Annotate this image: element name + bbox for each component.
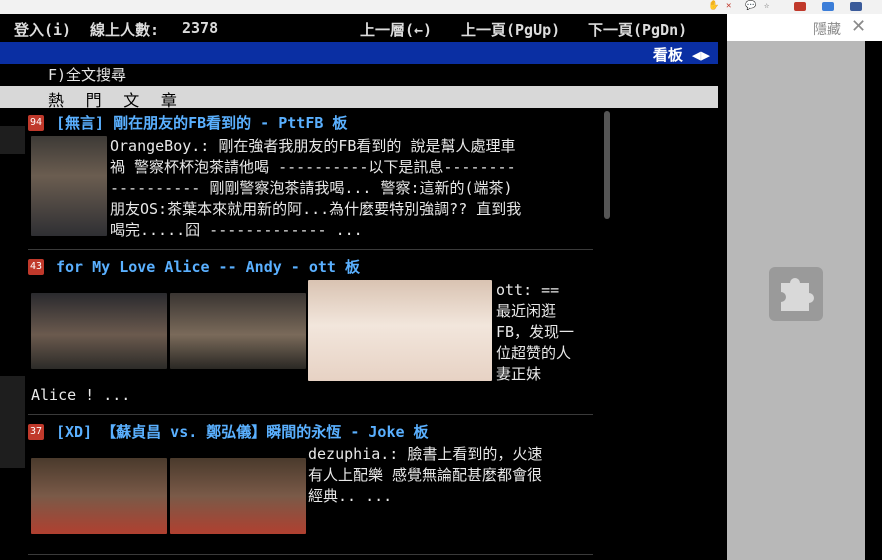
hand-icon[interactable]: ✋ [708, 2, 719, 11]
article-thumbnail[interactable] [170, 458, 306, 534]
article-divider [28, 554, 593, 555]
article-title[interactable]: [XD] 【蘇貞昌 vs. 鄭弘儀】瞬間的永恆 - Joke 板 [56, 421, 429, 442]
hot-articles-header: 熱 門 文 章 [0, 86, 718, 110]
article-excerpt-tail: Alice ! ... [31, 386, 131, 404]
side-panel-header: 隱藏 ✕ [727, 14, 882, 41]
article-count-badge: 37 [28, 424, 44, 440]
left-edge-fragment [0, 376, 25, 468]
article-title[interactable]: [無言] 剛在朋友的FB看到的 - PttFB 板 [56, 112, 347, 133]
article-excerpt: dezuphia.: 臉書上看到的，火速 有人上配樂 感覺無論配甚麼都會很 經典… [308, 445, 543, 505]
prev-level-link[interactable]: 上一層(←) [360, 19, 432, 40]
next-page-link[interactable]: 下一頁(PgDn) [588, 19, 687, 40]
article-excerpt: OrangeBoy.: 剛在強者我朋友的FB看到的 說是幫人處理車 禍 警察杯杯… [110, 137, 522, 239]
article-title[interactable]: for My Love Alice -- Andy - ott 板 [56, 256, 360, 277]
article-count-badge: 43 [28, 259, 44, 275]
article-excerpt: ott: == 最近闲逛 FB，发现一 位超赞的人 妻正妹 [496, 281, 575, 383]
close-icon[interactable]: ✕ [851, 16, 866, 37]
camera-icon[interactable] [850, 2, 862, 11]
hide-button[interactable]: 隱藏 [813, 19, 841, 39]
status-bar: 登入(i) 線上人數: 2378 上一層(←) 上一頁(PgUp) 下一頁(Pg… [0, 14, 727, 40]
article-thumbnail[interactable] [308, 280, 492, 381]
translate-icon[interactable] [822, 2, 834, 11]
chat-icon[interactable]: 💬 [745, 2, 756, 11]
article-thumbnail[interactable] [170, 293, 306, 369]
article-thumbnail[interactable] [31, 293, 167, 369]
side-panel-content [727, 41, 865, 560]
article-thumbnail[interactable] [31, 458, 167, 534]
board-label[interactable]: 看板 ◀▶ [653, 44, 710, 65]
hot-articles-label: 熱 門 文 章 [48, 91, 183, 110]
star-icon[interactable]: ☆ [764, 2, 769, 11]
login-command[interactable]: 登入(i) [14, 19, 71, 40]
article-divider [28, 249, 593, 250]
board-bar: 看板 ◀▶ [0, 42, 718, 64]
side-panel: 隱藏 ✕ [727, 14, 882, 560]
plugin-puzzle-icon[interactable] [769, 267, 823, 321]
online-users-count: 2378 [182, 19, 219, 37]
browser-toolbar-strip: ✋ ✕ 💬 ☆ [0, 0, 882, 15]
full-text-search[interactable]: F)全文搜尋 [48, 64, 126, 85]
article-thumbnail[interactable] [31, 136, 107, 236]
left-edge-fragment [0, 126, 25, 154]
prev-page-link[interactable]: 上一頁(PgUp) [461, 19, 560, 40]
article-count-badge: 94 [28, 115, 44, 131]
scrollbar-thumb[interactable] [604, 111, 610, 219]
article-divider [28, 414, 593, 415]
flag-icon[interactable] [794, 2, 806, 11]
close-icon[interactable]: ✕ [726, 2, 731, 11]
ptt-terminal: 登入(i) 線上人數: 2378 上一層(←) 上一頁(PgUp) 下一頁(Pg… [0, 14, 727, 560]
online-users-label: 線上人數: [90, 21, 160, 39]
